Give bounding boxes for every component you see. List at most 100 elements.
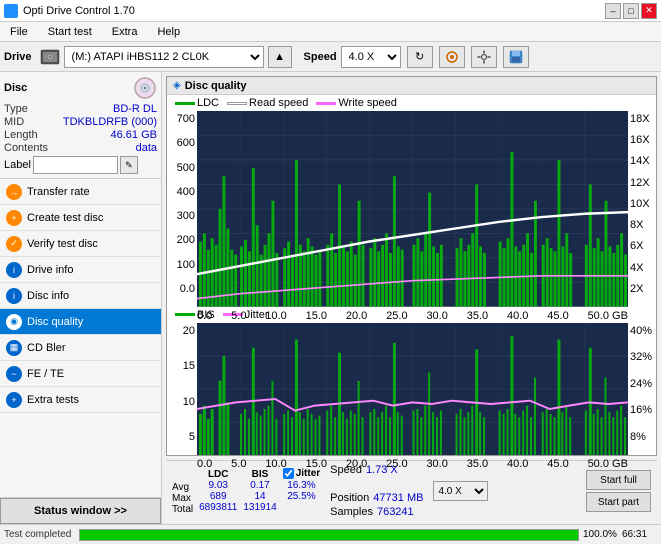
- nav-extra-tests[interactable]: + Extra tests: [0, 387, 161, 413]
- nav-cd-bler[interactable]: ▦ CD Bler: [0, 335, 161, 361]
- progress-percent: 100.0%: [583, 529, 618, 540]
- nav-create-test-disc[interactable]: + Create test disc: [0, 205, 161, 231]
- nav-cd-bler-label: CD Bler: [27, 342, 66, 354]
- speed-label: Speed: [304, 51, 337, 63]
- maximize-button[interactable]: □: [623, 3, 639, 19]
- contents-label: Contents: [4, 142, 48, 154]
- label-input[interactable]: [33, 156, 118, 174]
- write-speed-label: Write speed: [338, 97, 397, 109]
- nav-fe-te[interactable]: ~ FE / TE: [0, 361, 161, 387]
- nav-transfer-rate-label: Transfer rate: [27, 186, 90, 198]
- nav-disc-info[interactable]: i Disc info: [0, 283, 161, 309]
- close-button[interactable]: ✕: [641, 3, 657, 19]
- bottom-chart-area: BIS Jitter 20 15 10 5: [167, 307, 656, 455]
- chart-title-icon: ◈: [173, 80, 181, 91]
- nav-disc-info-label: Disc info: [27, 290, 69, 302]
- start-full-button[interactable]: Start full: [586, 470, 651, 490]
- transfer-rate-icon: →: [6, 184, 22, 200]
- length-label: Length: [4, 129, 38, 141]
- eject-button[interactable]: ▲: [268, 46, 292, 68]
- mid-label: MID: [4, 116, 24, 128]
- progress-bar-fill: [80, 530, 578, 540]
- main-area: Disc Type BD-R DL: [0, 72, 661, 524]
- nav-drive-info[interactable]: i Drive info: [0, 257, 161, 283]
- disc-quality-icon: ◉: [6, 314, 22, 330]
- disc-info-icon: i: [6, 288, 22, 304]
- burn-button[interactable]: [439, 46, 465, 68]
- nav-disc-quality[interactable]: ◉ Disc quality: [0, 309, 161, 335]
- disc-icon: [133, 76, 157, 100]
- bis-col-header: BIS: [243, 469, 276, 480]
- contents-value: data: [136, 142, 157, 154]
- write-speed-color: [316, 102, 336, 105]
- mid-value: TDKBLDRFB (000): [63, 116, 157, 128]
- sidebar-bottom: Status window >>: [0, 497, 161, 524]
- stats-row-labels: Avg Max Total: [172, 468, 193, 515]
- disc-section-title: Disc: [4, 82, 27, 94]
- verify-test-disc-icon: ✓: [6, 236, 22, 252]
- cd-bler-icon: ▦: [6, 340, 22, 356]
- nav-extra-tests-label: Extra tests: [27, 394, 79, 406]
- nav-verify-test-disc[interactable]: ✓ Verify test disc: [0, 231, 161, 257]
- start-buttons: Start full Start part: [586, 470, 651, 512]
- chart-title-bar: ◈ Disc quality: [167, 77, 656, 95]
- stats-bis-col: BIS 0.17 14 131914: [243, 469, 276, 513]
- drive-info-icon: i: [6, 262, 22, 278]
- drive-select[interactable]: (M:) ATAPI iHBS112 2 CL0K: [64, 46, 264, 68]
- stats-speed-pos: Speed 1.73 X Position 47731 MB Samples 7…: [330, 463, 423, 519]
- write-speed-legend: Write speed: [316, 97, 397, 109]
- chart-panel: ◈ Disc quality LDC Read speed: [166, 76, 657, 456]
- speed-select[interactable]: 4.0 X: [341, 46, 401, 68]
- samples-val: 763241: [377, 506, 414, 518]
- stats-jitter-col: Jitter 16.3% 25.5%: [283, 466, 320, 516]
- bis-max-val: 14: [243, 491, 276, 502]
- stats-speed-dropdown[interactable]: 4.0 X: [433, 481, 488, 501]
- read-speed-label: Read speed: [249, 97, 308, 109]
- save-button[interactable]: [503, 46, 529, 68]
- status-text: Test completed: [4, 529, 71, 540]
- app-icon: [4, 4, 18, 18]
- start-part-button[interactable]: Start part: [586, 492, 651, 512]
- bis-avg-val: 0.17: [243, 480, 276, 491]
- menu-file[interactable]: File: [4, 24, 34, 40]
- menu-extra[interactable]: Extra: [106, 24, 144, 40]
- ldc-legend: LDC: [175, 97, 219, 109]
- content-area: ◈ Disc quality LDC Read speed: [162, 72, 661, 524]
- position-col-header: Position: [330, 492, 369, 504]
- top-chart-legend: LDC Read speed Write speed: [167, 95, 656, 111]
- nav-create-test-disc-label: Create test disc: [27, 212, 103, 224]
- menu-bar: File Start test Extra Help: [0, 22, 661, 42]
- ldc-avg-val: 9.03: [199, 480, 237, 491]
- label-field-label: Label: [4, 159, 31, 171]
- drive-icon: [40, 48, 60, 66]
- nav-items: → Transfer rate + Create test disc ✓ Ver…: [0, 179, 161, 497]
- bottom-chart-x-axis: 0.0 5.0 10.0 15.0 20.0 25.0 30.0 35.0 40…: [197, 458, 628, 470]
- stats-ldc-col: LDC 9.03 689 6893811: [199, 469, 237, 513]
- top-chart-svg: [197, 111, 628, 307]
- settings-button[interactable]: [471, 46, 497, 68]
- type-value: BD-R DL: [113, 103, 157, 115]
- status-window-button[interactable]: Status window >>: [0, 498, 161, 524]
- drive-toolbar: Drive (M:) ATAPI iHBS112 2 CL0K ▲ Speed …: [0, 42, 661, 72]
- disc-section: Disc Type BD-R DL: [0, 72, 161, 179]
- create-test-disc-icon: +: [6, 210, 22, 226]
- bottom-chart-svg-container: 0.0 5.0 10.0 15.0 20.0 25.0 30.0 35.0 40…: [197, 323, 628, 455]
- avg-label: Avg: [172, 482, 193, 493]
- read-speed-legend: Read speed: [227, 97, 308, 109]
- bottom-chart-y-right: 40% 32% 24% 16% 8%: [628, 323, 654, 455]
- label-edit-button[interactable]: ✎: [120, 156, 138, 174]
- bottom-chart-y-left: 20 15 10 5: [169, 323, 197, 455]
- nav-drive-info-label: Drive info: [27, 264, 73, 276]
- menu-help[interactable]: Help: [151, 24, 186, 40]
- minimize-button[interactable]: –: [605, 3, 621, 19]
- title-bar: Opti Drive Control 1.70 – □ ✕: [0, 0, 661, 22]
- nav-transfer-rate[interactable]: → Transfer rate: [0, 179, 161, 205]
- ldc-max-val: 689: [199, 491, 237, 502]
- refresh-button[interactable]: ↻: [407, 46, 433, 68]
- drive-label: Drive: [4, 51, 32, 63]
- jitter-max-val: 25.5%: [283, 491, 320, 502]
- menu-start-test[interactable]: Start test: [42, 24, 98, 40]
- total-label: Total: [172, 504, 193, 515]
- ldc-total-val: 6893811: [199, 502, 237, 513]
- progress-bar: [79, 529, 579, 541]
